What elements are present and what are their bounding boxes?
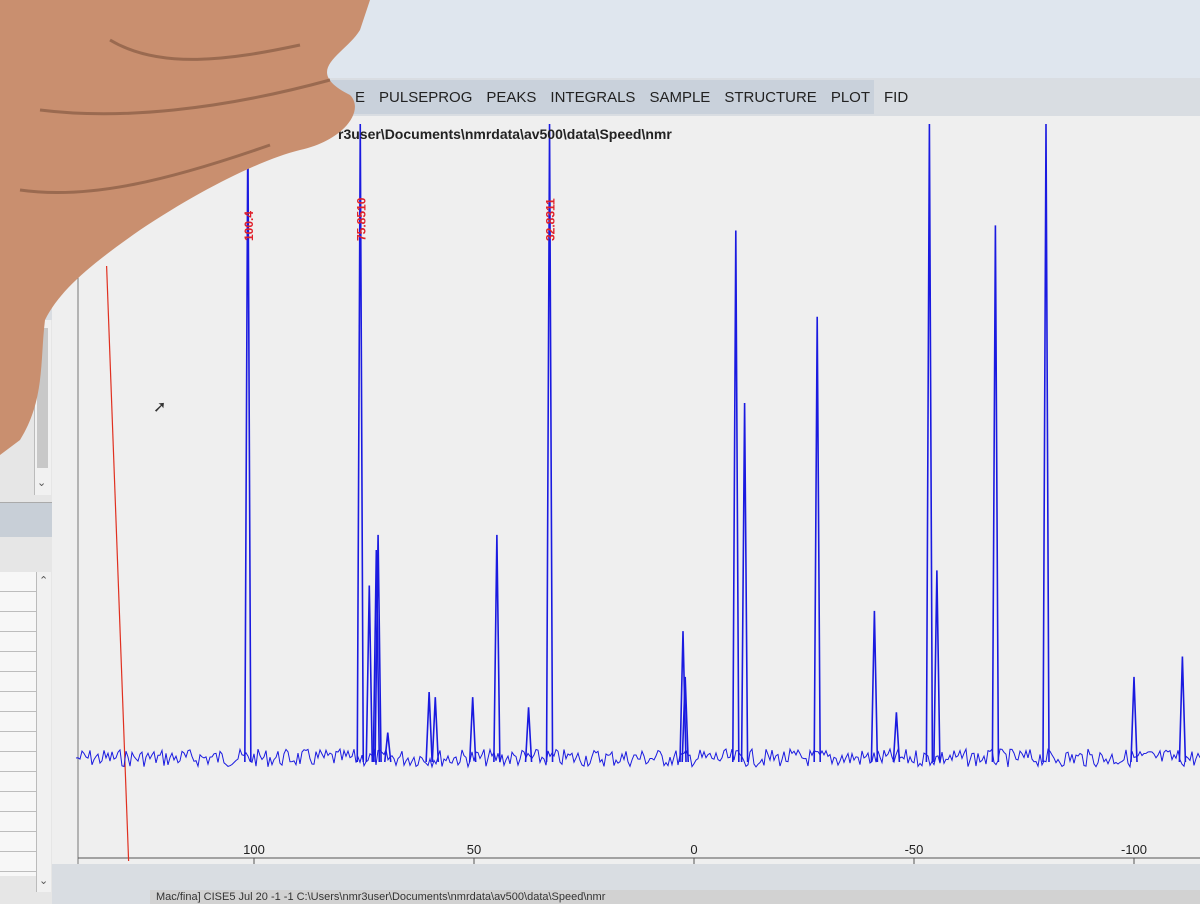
menu-item-structure[interactable]: STRUCTURE: [717, 89, 824, 106]
x-tick-label: -100: [1121, 842, 1147, 857]
menu-item-peaks[interactable]: PEAKS: [479, 89, 543, 106]
mouse-pointer-icon: ➚: [153, 399, 167, 416]
menu-item-e[interactable]: E: [348, 89, 372, 106]
scroll-thumb[interactable]: [37, 328, 48, 468]
peak-label: 32.8311: [544, 198, 558, 241]
peak-list-table[interactable]: [0, 572, 37, 876]
chevron-down-icon[interactable]: ⌄: [37, 476, 46, 489]
side-scrollbar[interactable]: ⌄: [34, 320, 51, 495]
spectrum-panel[interactable]: 100.4 75.8510 32.8311 100 50 0 -50 -100: [52, 116, 1200, 864]
menu-item-fid[interactable]: FID: [877, 89, 915, 106]
file-path-label: r3user\Documents\nmrdata\av500\data\Spee…: [338, 126, 672, 142]
spectrum-plot[interactable]: 100.4 75.8510 32.8311 100 50 0 -50 -100: [52, 116, 1200, 864]
status-bar: Mac/fina] CISE5 Jul 20 -1 -1 C:\Users\nm…: [150, 890, 1200, 904]
peak-label: 100.4: [242, 211, 256, 241]
side-panel-header: [0, 502, 52, 537]
peak-label: 75.8510: [354, 197, 368, 241]
menu-bar: E PULSEPROG PEAKS INTEGRALS SAMPLE STRUC…: [330, 80, 908, 114]
chevron-up-icon[interactable]: ⌃: [39, 574, 48, 587]
menu-item-pulseprog[interactable]: PULSEPROG: [372, 89, 479, 106]
table-scrollbar[interactable]: ⌃ ⌄: [36, 572, 51, 892]
finger-crease: [39, 78, 331, 116]
x-tick-label: 100: [243, 842, 265, 857]
x-tick-label: 50: [467, 842, 481, 857]
x-tick-label: -50: [905, 842, 924, 857]
title-bar-area: [0, 0, 1200, 78]
menu-item-sample[interactable]: SAMPLE: [642, 89, 717, 106]
menu-item-plot[interactable]: PLOT: [824, 89, 877, 106]
chevron-down-icon[interactable]: ⌄: [39, 874, 48, 887]
x-tick-label: 0: [690, 842, 697, 857]
side-panel: ⌄ ⌃ ⌄: [0, 320, 52, 904]
menu-item-integrals[interactable]: INTEGRALS: [543, 89, 642, 106]
